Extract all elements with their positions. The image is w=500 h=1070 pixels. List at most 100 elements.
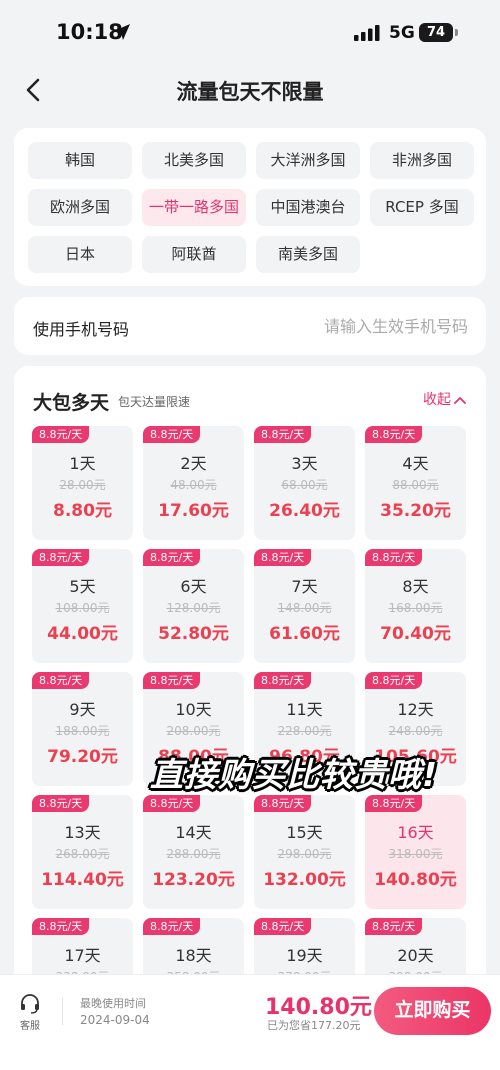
original-price: 68.00元 <box>281 478 328 492</box>
chevron-up-icon <box>454 397 466 404</box>
original-price: 248.00元 <box>388 724 443 738</box>
package-days: 2天 <box>180 454 207 473</box>
package-subtitle: 包天达量限速 <box>118 395 191 409</box>
service-label[interactable]: 客服 <box>20 1017 40 1032</box>
region-chip[interactable]: 欧洲多国 <box>28 189 132 226</box>
package-price: 8.80元 <box>53 501 112 521</box>
daily-rate-badge: 8.8元/天 <box>254 918 312 935</box>
daily-rate-badge: 8.8元/天 <box>254 549 312 566</box>
package-option[interactable]: 8.8元/天 1天 28.00元 8.80元 <box>32 426 133 540</box>
collapse-button[interactable]: 收起 <box>423 389 466 409</box>
package-days: 10天 <box>175 700 212 719</box>
original-price: 298.00元 <box>277 847 332 861</box>
package-option[interactable]: 8.8元/天 5天 108.00元 44.00元 <box>32 549 133 663</box>
overlay-caption: 直接购买比较贵哦! <box>150 755 439 794</box>
region-chip[interactable]: 一带一路多国 <box>142 189 246 226</box>
region-chip[interactable]: 南美多国 <box>256 236 360 273</box>
daily-rate-badge: 8.8元/天 <box>32 549 90 566</box>
back-arrow-icon[interactable] <box>20 76 46 104</box>
region-chip[interactable]: 大洋洲多国 <box>256 142 360 179</box>
location-arrow-icon <box>114 24 130 40</box>
phone-label: 使用手机号码 <box>33 320 130 339</box>
package-option[interactable]: 8.8元/天 15天 298.00元 132.00元 <box>254 795 355 909</box>
package-days: 9天 <box>69 700 96 719</box>
package-days: 15天 <box>286 823 323 842</box>
signal-icon <box>354 25 380 41</box>
package-price: 140.80元 <box>374 870 457 890</box>
package-option[interactable]: 8.8元/天 7天 148.00元 61.60元 <box>254 549 355 663</box>
package-price: 44.00元 <box>47 624 118 644</box>
daily-rate-badge: 8.8元/天 <box>143 549 201 566</box>
region-selector: 韩国 北美多国 大洋洲多国 非洲多国欧洲多国 一带一路多国 中国港澳台 RCEP 多国日本阿… <box>14 128 486 286</box>
package-price: 26.40元 <box>269 501 340 521</box>
package-days: 19天 <box>286 946 323 965</box>
daily-rate-badge: 8.8元/天 <box>143 918 201 935</box>
page-title: 流量包天不限量 <box>176 80 324 104</box>
package-price: 17.60元 <box>158 501 229 521</box>
original-price: 168.00元 <box>388 601 443 615</box>
package-price: 132.00元 <box>263 870 346 890</box>
package-days: 11天 <box>286 700 323 719</box>
region-chip[interactable]: 中国港澳台 <box>256 189 360 226</box>
daily-rate-badge: 8.8元/天 <box>254 795 312 812</box>
package-option[interactable]: 8.8元/天 8天 168.00元 70.40元 <box>365 549 466 663</box>
daily-rate-badge: 8.8元/天 <box>32 426 90 443</box>
package-days: 20天 <box>397 946 434 965</box>
package-option[interactable]: 8.8元/天 4天 88.00元 35.20元 <box>365 426 466 540</box>
original-price: 228.00元 <box>277 724 332 738</box>
region-chip[interactable]: 韩国 <box>28 142 132 179</box>
battery-tip <box>455 29 458 36</box>
region-chip[interactable]: 非洲多国 <box>370 142 474 179</box>
package-price: 35.20元 <box>380 501 451 521</box>
daily-rate-badge: 8.8元/天 <box>32 795 90 812</box>
package-option[interactable]: 8.8元/天 13天 268.00元 114.40元 <box>32 795 133 909</box>
package-option[interactable]: 8.8元/天 6天 128.00元 52.80元 <box>143 549 244 663</box>
package-option[interactable]: 8.8元/天 16天 318.00元 140.80元 <box>365 795 466 909</box>
daily-rate-badge: 8.8元/天 <box>365 549 423 566</box>
original-price: 268.00元 <box>55 847 110 861</box>
package-option[interactable]: 8.8元/天 14天 288.00元 123.20元 <box>143 795 244 909</box>
package-option[interactable]: 8.8元/天 2天 48.00元 17.60元 <box>143 426 244 540</box>
deadline-date: 2024-09-04 <box>80 1013 150 1027</box>
package-days: 16天 <box>397 823 434 842</box>
original-price: 188.00元 <box>55 724 110 738</box>
deadline-label: 最晚使用时间 <box>80 997 146 1010</box>
status-bar: 10:18 5G 74 <box>0 0 500 66</box>
package-option[interactable]: 8.8元/天 9天 188.00元 79.20元 <box>32 672 133 786</box>
phone-input[interactable] <box>218 310 468 342</box>
region-chip[interactable]: 阿联酋 <box>142 236 246 273</box>
original-price: 208.00元 <box>166 724 221 738</box>
daily-rate-badge: 8.8元/天 <box>143 426 201 443</box>
daily-rate-badge: 8.8元/天 <box>254 672 312 689</box>
daily-rate-badge: 8.8元/天 <box>365 426 423 443</box>
collapse-label: 收起 <box>423 392 451 408</box>
region-chip[interactable]: RCEP 多国 <box>370 189 474 226</box>
original-price: 28.00元 <box>59 478 106 492</box>
headset-icon[interactable] <box>19 992 41 1014</box>
original-price: 288.00元 <box>166 847 221 861</box>
nav-bar: 流量包天不限量 <box>0 66 500 114</box>
original-price: 48.00元 <box>170 478 217 492</box>
daily-rate-badge: 8.8元/天 <box>143 672 201 689</box>
network-type: 5G <box>389 23 415 43</box>
daily-rate-badge: 8.8元/天 <box>32 672 90 689</box>
package-price: 70.40元 <box>380 624 451 644</box>
package-days: 8天 <box>402 577 429 596</box>
original-price: 128.00元 <box>166 601 221 615</box>
original-price: 88.00元 <box>392 478 439 492</box>
package-days: 5天 <box>69 577 96 596</box>
daily-rate-badge: 8.8元/天 <box>365 672 423 689</box>
region-chip[interactable]: 北美多国 <box>142 142 246 179</box>
package-price: 52.80元 <box>158 624 229 644</box>
daily-rate-badge: 8.8元/天 <box>143 795 201 812</box>
daily-rate-badge: 8.8元/天 <box>254 426 312 443</box>
package-price: 79.20元 <box>47 747 118 767</box>
package-days: 3天 <box>291 454 318 473</box>
buy-now-button[interactable]: 立即购买 <box>374 987 491 1035</box>
region-chip[interactable]: 日本 <box>28 236 132 273</box>
package-days: 13天 <box>64 823 101 842</box>
original-price: 148.00元 <box>277 601 332 615</box>
package-price: 114.40元 <box>41 870 124 890</box>
package-option[interactable]: 8.8元/天 3天 68.00元 26.40元 <box>254 426 355 540</box>
package-days: 14天 <box>175 823 212 842</box>
